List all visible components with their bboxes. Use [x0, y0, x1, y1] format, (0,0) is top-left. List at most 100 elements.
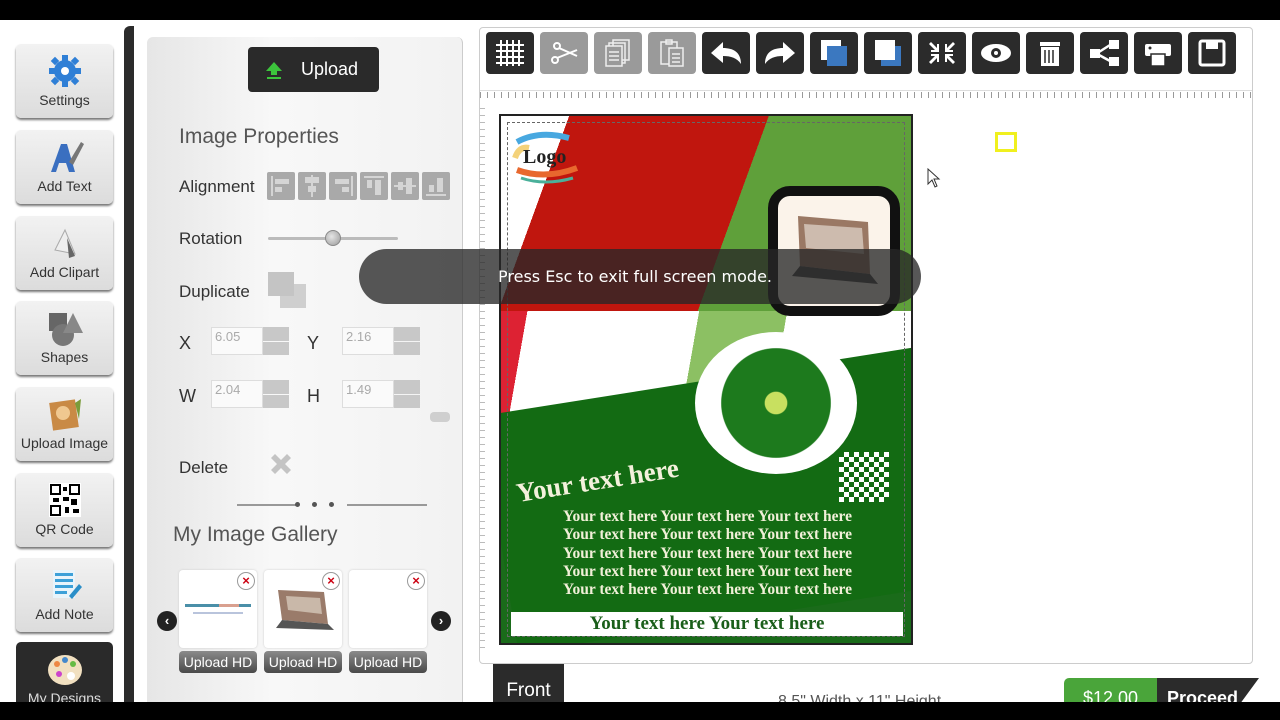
upload-hd-button[interactable]: Upload HD: [349, 651, 427, 673]
gallery-thumb-1[interactable]: ×: [179, 570, 257, 648]
align-bottom-button[interactable]: [422, 172, 450, 200]
sidebar-item-label: Settings: [39, 92, 90, 108]
sidebar-item-shapes[interactable]: Shapes: [16, 301, 113, 375]
sidebar-item-label: Shapes: [40, 349, 89, 365]
printer-icon: [1145, 44, 1171, 67]
print-button[interactable]: [1134, 32, 1182, 74]
tool-sidebar: Settings Add Text Add Clipart Shapes Upl…: [0, 20, 124, 702]
height-decrement[interactable]: [394, 394, 420, 408]
align-left-button[interactable]: [267, 172, 295, 200]
align-right-button[interactable]: [329, 172, 357, 200]
upload-button-label: Upload: [301, 59, 359, 79]
x-decrement[interactable]: [263, 341, 289, 355]
upload-button[interactable]: Upload: [248, 47, 379, 92]
sidebar-item-label: Add Clipart: [29, 264, 100, 280]
y-label: Y: [307, 333, 320, 353]
tab-front[interactable]: Front: [493, 664, 564, 702]
shapes-icon: [48, 313, 83, 346]
image-properties-title: Image Properties: [179, 125, 339, 148]
sidebar-item-add-clipart[interactable]: Add Clipart: [16, 216, 113, 290]
delete-x-icon[interactable]: [267, 450, 295, 478]
lock-aspect-link-icon[interactable]: [430, 412, 450, 422]
sidebar-item-label: Add Text: [37, 178, 92, 194]
x-stepper: [211, 327, 289, 355]
send-backward-button[interactable]: [864, 32, 912, 74]
bottom-letterbox: [0, 702, 1280, 720]
sidebar-item-my-designs[interactable]: My Designs: [16, 642, 113, 702]
qr-code-graphic[interactable]: [839, 452, 889, 502]
sidebar-item-add-text[interactable]: Add Text: [16, 130, 113, 204]
vertical-ruler: [480, 108, 498, 648]
width-increment[interactable]: [263, 380, 289, 394]
sidebar-item-settings[interactable]: Settings: [16, 44, 113, 118]
sidebar-item-upload-image[interactable]: Upload Image: [16, 387, 113, 461]
y-decrement[interactable]: [394, 341, 420, 355]
share-icon: [1090, 40, 1119, 66]
gallery-next-button[interactable]: ›: [431, 611, 451, 631]
gallery-title: My Image Gallery: [173, 523, 338, 546]
save-button[interactable]: [1188, 32, 1236, 74]
duplicate-icon[interactable]: [268, 272, 308, 308]
height-stepper: [342, 380, 420, 408]
fit-screen-button[interactable]: [918, 32, 966, 74]
copy-button[interactable]: [594, 32, 642, 74]
sidebar-item-label: Upload Image: [20, 435, 109, 451]
share-button[interactable]: [1080, 32, 1128, 74]
align-center-vertical-button[interactable]: [391, 172, 419, 200]
sidebar-item-add-note[interactable]: Add Note: [16, 558, 113, 632]
qr-code-icon: [48, 483, 81, 517]
delete-label: Delete: [179, 458, 229, 477]
body-line: Your text here Your text here Your text …: [563, 526, 852, 544]
remove-image-button[interactable]: ×: [407, 572, 425, 590]
align-center-horizontal-button[interactable]: [298, 172, 326, 200]
y-increment[interactable]: [394, 327, 420, 341]
design-footer-text[interactable]: Your text here Your text here: [511, 612, 903, 636]
grid-button[interactable]: [486, 32, 534, 74]
proceed-button-arrow: [1237, 678, 1259, 702]
upload-arrow-icon: [266, 62, 282, 79]
proceed-button[interactable]: Proceed: [1157, 678, 1238, 702]
remove-image-button[interactable]: ×: [322, 572, 340, 590]
rotation-slider-handle[interactable]: [325, 230, 341, 246]
gallery-prev-button[interactable]: ‹: [157, 611, 177, 631]
cut-button[interactable]: [540, 32, 588, 74]
width-input[interactable]: [211, 380, 263, 408]
sidebar-item-label: My Designs: [27, 690, 102, 702]
sidebar-divider: [124, 26, 134, 702]
sidebar-item-label: Add Note: [35, 606, 94, 622]
redo-button[interactable]: [756, 32, 804, 74]
undo-button[interactable]: [702, 32, 750, 74]
height-input[interactable]: [342, 380, 394, 408]
gallery-thumb-2[interactable]: ×: [264, 570, 342, 648]
height-increment[interactable]: [394, 380, 420, 394]
width-decrement[interactable]: [263, 394, 289, 408]
x-label: X: [179, 333, 192, 353]
sidebar-item-qr-code[interactable]: QR Code: [16, 473, 113, 547]
x-increment[interactable]: [263, 327, 289, 341]
bring-forward-button[interactable]: [810, 32, 858, 74]
design-body-text[interactable]: Your text here Your text here Your text …: [563, 508, 883, 599]
design-editor-page: Settings Add Text Add Clipart Shapes Upl…: [0, 20, 1280, 702]
copy-icon: [605, 39, 630, 67]
body-line: Your text here Your text here Your text …: [563, 544, 852, 562]
x-input[interactable]: [211, 327, 263, 355]
delete-button[interactable]: [1026, 32, 1074, 74]
upload-hd-button[interactable]: Upload HD: [264, 651, 342, 673]
upload-hd-button[interactable]: Upload HD: [179, 651, 257, 673]
y-input[interactable]: [342, 327, 394, 355]
body-line: Your text here Your text here Your text …: [563, 562, 852, 580]
paste-button[interactable]: [648, 32, 696, 74]
image-properties-panel: Upload Image Properties Alignment Rotati…: [147, 37, 463, 702]
emblem-graphic[interactable]: [695, 332, 857, 474]
design-canvas[interactable]: Logo Your text here Your text here Your …: [499, 114, 913, 645]
y-stepper: [342, 327, 420, 355]
scissors-icon: [551, 42, 578, 64]
redo-arrow-icon: [765, 42, 795, 64]
gallery-thumb-3[interactable]: ×: [349, 570, 427, 648]
remove-image-button[interactable]: ×: [237, 572, 255, 590]
preview-button[interactable]: [972, 32, 1020, 74]
rotation-slider[interactable]: [268, 230, 398, 246]
design-size-label: 8.5" Width x 11" Height: [778, 693, 942, 702]
align-top-button[interactable]: [360, 172, 388, 200]
logo[interactable]: Logo: [509, 128, 583, 186]
